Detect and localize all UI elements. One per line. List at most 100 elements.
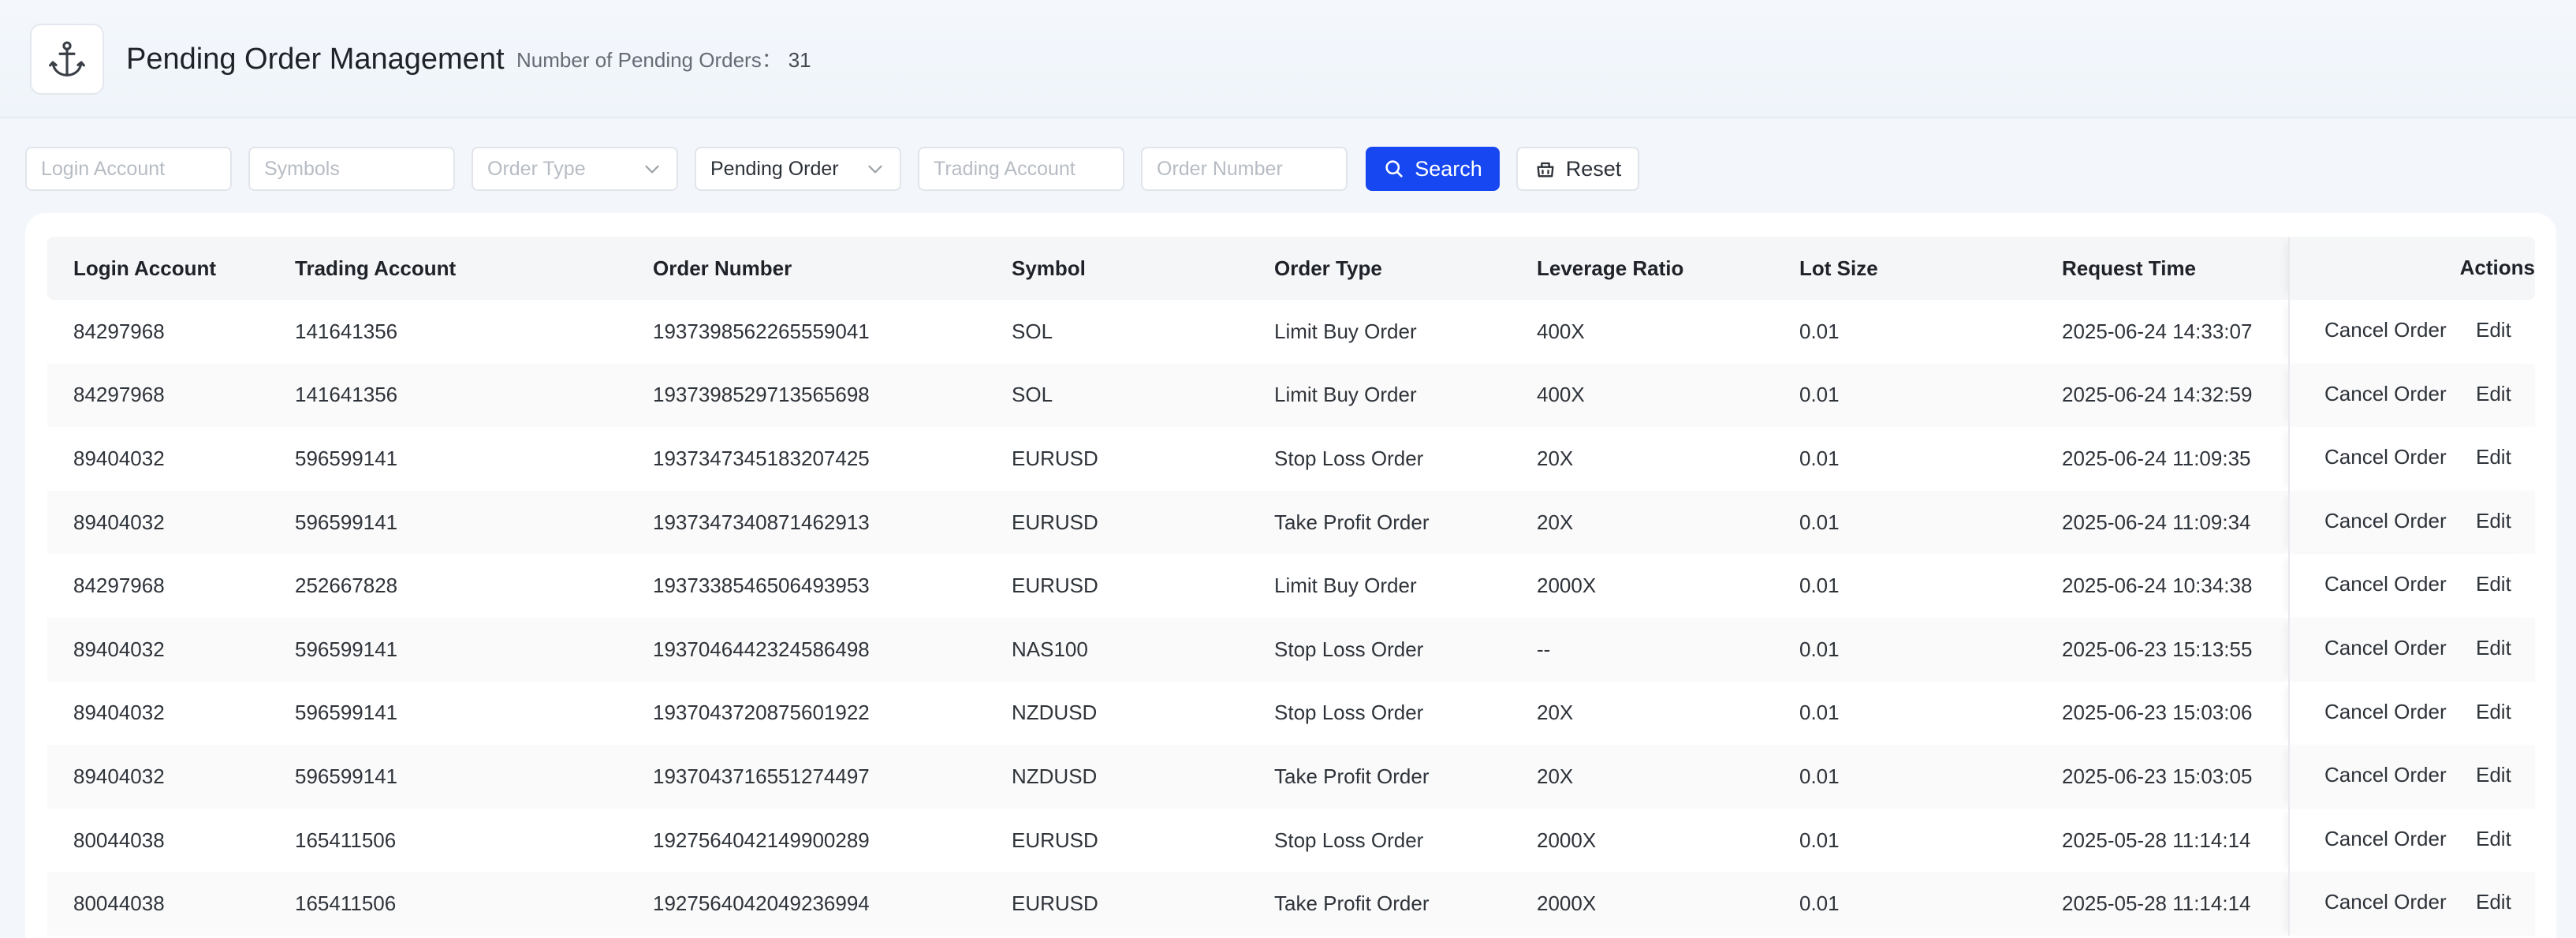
edit-button[interactable]: Edit — [2476, 572, 2511, 596]
edit-button[interactable]: Edit — [2476, 318, 2511, 342]
order-number-cell: 1937347340871462913 — [653, 510, 870, 534]
actions-cell: Cancel Order Edit — [2288, 681, 2535, 746]
chevron-down-icon — [868, 165, 882, 174]
actions-cell: Cancel Order Edit — [2288, 872, 2535, 936]
order-number-cell: 1937043716551274497 — [653, 764, 870, 788]
request-time-cell: 2025-06-24 11:09:34 — [2062, 510, 2251, 534]
cancel-order-button[interactable]: Cancel Order — [2324, 827, 2447, 851]
table-row: 89404032 596599141 1937046442324586498 NAS1… — [47, 617, 2535, 682]
cancel-order-button[interactable]: Cancel Order — [2324, 318, 2447, 342]
edit-button[interactable]: Edit — [2476, 827, 2511, 851]
actions-cell: Cancel Order Edit — [2288, 745, 2535, 809]
trading-account-cell: 141641356 — [295, 319, 398, 343]
order-type-cell: Take Profit Order — [1274, 510, 1430, 534]
order-number-cell: 1937398529713565698 — [653, 383, 870, 407]
search-button[interactable]: Search — [1366, 147, 1500, 191]
trading-account-input[interactable]: Trading Account — [918, 147, 1124, 191]
cancel-order-button[interactable]: Cancel Order — [2324, 636, 2447, 660]
column-header-trading-account: Trading Account — [295, 256, 457, 280]
order-type-select[interactable]: Order Type — [472, 147, 678, 191]
login-account-cell: 89404032 — [73, 637, 165, 661]
leverage-ratio-cell: 20X — [1537, 701, 1574, 725]
chevron-down-icon — [645, 165, 659, 174]
order-type-cell: Take Profit Order — [1274, 891, 1430, 916]
edit-button[interactable]: Edit — [2476, 509, 2511, 533]
cancel-order-button[interactable]: Cancel Order — [2324, 445, 2447, 469]
search-icon — [1385, 160, 1403, 178]
lot-size-cell: 0.01 — [1799, 637, 1840, 661]
table-row: 89404032 596599141 1937347340871462913 EURU… — [47, 490, 2535, 555]
order-type-cell: Limit Buy Order — [1274, 383, 1417, 407]
edit-button[interactable]: Edit — [2476, 636, 2511, 660]
order-number-cell: 1937338546506493953 — [653, 574, 870, 598]
actions-cell: Cancel Order Edit — [2288, 554, 2535, 618]
page-title: Pending Order Management — [126, 43, 505, 76]
actions-cell: Cancel Order Edit — [2288, 808, 2535, 873]
trading-account-cell: 141641356 — [295, 383, 398, 407]
lot-size-cell: 0.01 — [1799, 701, 1840, 725]
edit-button[interactable]: Edit — [2476, 763, 2511, 787]
table-row: 89404032 596599141 1937347345183207425 EURU… — [47, 427, 2535, 491]
symbol-cell: SOL — [1012, 383, 1053, 407]
page-header: Pending Order Management Number of Pendi… — [0, 0, 2576, 118]
request-time-cell: 2025-06-24 10:34:38 — [2062, 574, 2253, 598]
table-row: 84297968 141641356 1937398529713565698 SOL L… — [47, 363, 2535, 428]
leverage-ratio-cell: 20X — [1537, 764, 1574, 788]
login-account-cell: 89404032 — [73, 510, 165, 534]
order-type-cell: Stop Loss Order — [1274, 828, 1424, 852]
column-header-request-time: Request Time — [2062, 256, 2197, 280]
order-number-cell: 1937043720875601922 — [653, 701, 870, 725]
trading-account-cell: 252667828 — [295, 574, 398, 598]
lot-size-cell: 0.01 — [1799, 319, 1840, 343]
leverage-ratio-cell: 2000X — [1537, 828, 1597, 852]
cancel-order-button[interactable]: Cancel Order — [2324, 382, 2447, 406]
order-type-cell: Limit Buy Order — [1274, 574, 1417, 598]
order-number-input[interactable]: Order Number — [1141, 147, 1348, 191]
trading-account-cell: 596599141 — [295, 637, 398, 661]
table-row: 84297968 141641356 1937398562265559041 SOL L… — [47, 300, 2535, 364]
login-account-cell: 80044038 — [73, 828, 165, 852]
request-time-cell: 2025-06-24 11:09:35 — [2062, 446, 2251, 470]
edit-button[interactable]: Edit — [2476, 700, 2511, 724]
edit-button[interactable]: Edit — [2476, 382, 2511, 406]
trading-account-placeholder: Trading Account — [934, 157, 1076, 180]
login-account-input[interactable]: Login Account — [25, 147, 232, 191]
symbol-cell: NZDUSD — [1012, 764, 1098, 788]
filter-bar: Login Account Symbols Order Type Pending… — [25, 147, 2548, 191]
reset-button[interactable]: Reset — [1516, 147, 1639, 191]
lot-size-cell: 0.01 — [1799, 510, 1840, 534]
order-number-cell: 1937398562265559041 — [653, 319, 870, 343]
cancel-order-button[interactable]: Cancel Order — [2324, 763, 2447, 787]
trading-account-cell: 596599141 — [295, 510, 398, 534]
symbol-cell: NZDUSD — [1012, 701, 1098, 725]
column-header-order-number: Order Number — [653, 256, 792, 280]
request-time-cell: 2025-06-24 14:32:59 — [2062, 383, 2253, 407]
request-time-cell: 2025-05-28 11:14:14 — [2062, 891, 2251, 916]
leverage-ratio-cell: 400X — [1537, 383, 1585, 407]
actions-cell: Cancel Order Edit — [2288, 427, 2535, 491]
login-account-cell: 84297968 — [73, 319, 165, 343]
symbols-input[interactable]: Symbols — [248, 147, 455, 191]
symbol-cell: SOL — [1012, 319, 1053, 343]
cancel-order-button[interactable]: Cancel Order — [2324, 700, 2447, 724]
orders-table-card: Login Account Trading Account Order Numb… — [25, 213, 2556, 938]
order-number-cell: 1937046442324586498 — [653, 637, 870, 661]
symbol-cell: EURUSD — [1012, 510, 1098, 534]
cancel-order-button[interactable]: Cancel Order — [2324, 509, 2447, 533]
order-type-cell: Stop Loss Order — [1274, 637, 1424, 661]
actions-header-cell: Actions — [2288, 237, 2535, 300]
table-row: 84297968 252667828 1937338546506493953 EURU… — [47, 554, 2535, 618]
edit-button[interactable]: Edit — [2476, 445, 2511, 469]
column-header-symbol: Symbol — [1012, 256, 1086, 280]
column-header-lot-size: Lot Size — [1799, 256, 1878, 280]
login-account-placeholder: Login Account — [41, 157, 166, 180]
search-button-label: Search — [1415, 156, 1482, 181]
cancel-order-button[interactable]: Cancel Order — [2324, 890, 2447, 914]
column-header-actions: Actions — [2459, 256, 2535, 279]
order-status-select[interactable]: Pending Order — [695, 147, 901, 191]
edit-button[interactable]: Edit — [2476, 890, 2511, 914]
cancel-order-button[interactable]: Cancel Order — [2324, 572, 2447, 596]
login-account-cell: 84297968 — [73, 383, 165, 407]
leverage-ratio-cell: 400X — [1537, 319, 1585, 343]
order-type-cell: Stop Loss Order — [1274, 701, 1424, 725]
